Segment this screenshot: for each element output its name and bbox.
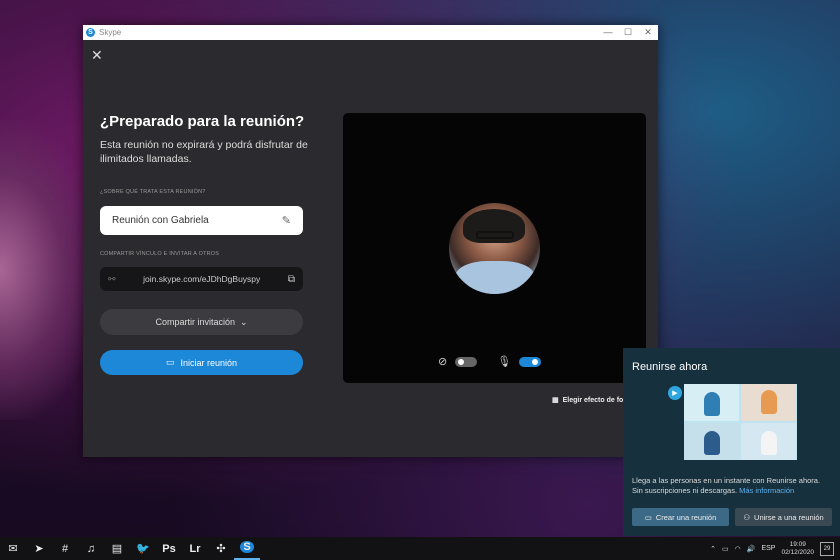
link-icon: ⚯ bbox=[108, 273, 116, 284]
copy-icon[interactable]: ⧉ bbox=[288, 274, 295, 285]
meet-now-panel: Reunirse ahora ▶ Llega a las personas en… bbox=[623, 348, 840, 536]
microphone-icon: 🎙 bbox=[497, 356, 512, 368]
share-invitation-label: Compartir invitación bbox=[155, 317, 235, 327]
spotify-icon[interactable]: ♫ bbox=[78, 543, 104, 555]
topic-label: ¿SOBRE QUÉ TRATA ESTA REUNIÓN? bbox=[100, 189, 206, 195]
more-info-link[interactable]: Más información bbox=[739, 486, 794, 495]
taskbar: ✉ ➤ # ♫ ▤ 🐦 Ps Lr ✣ S ⌃ ▭ ◠ 🔊 ESP 19:09 … bbox=[0, 537, 840, 560]
clock-time: 19:09 bbox=[789, 540, 806, 548]
minimize-button[interactable]: — bbox=[598, 27, 618, 38]
meeting-description: Esta reunión no expirará y podrá disfrut… bbox=[100, 139, 308, 165]
people-icon: ⚇ bbox=[743, 512, 751, 522]
video-preview: ⊘ 🎙 bbox=[343, 113, 646, 383]
effect-icon: ▦ bbox=[552, 397, 559, 404]
telegram-icon[interactable]: ➤ bbox=[26, 542, 52, 555]
meeting-illustration bbox=[684, 384, 797, 460]
close-window-button[interactable]: ✕ bbox=[638, 27, 658, 38]
chevron-up-icon[interactable]: ⌃ bbox=[710, 545, 716, 553]
camera-off-icon: ⊘ bbox=[438, 356, 448, 368]
mail-icon[interactable]: ✉ bbox=[0, 542, 26, 555]
wifi-icon[interactable]: ◠ bbox=[735, 545, 741, 553]
clock-date: 02/12/2020 bbox=[781, 548, 814, 556]
language-indicator[interactable]: ESP bbox=[761, 545, 775, 552]
panel-description: Llega a las personas en un instante con … bbox=[632, 476, 832, 496]
share-link-label: COMPARTIR VÍNCULO E INVITAR A OTROS bbox=[100, 251, 220, 257]
twitter-icon[interactable]: 🐦 bbox=[130, 542, 156, 555]
share-invitation-button[interactable]: Compartir invitación ⌄ bbox=[100, 309, 303, 335]
window-title: Skype bbox=[99, 28, 122, 37]
start-meeting-button[interactable]: ▭ Iniciar reunión bbox=[100, 350, 303, 375]
video-camera-icon: ▭ bbox=[644, 512, 652, 522]
photoshop-icon[interactable]: Ps bbox=[156, 543, 182, 555]
skype-logo-icon: S bbox=[86, 28, 95, 37]
volume-icon[interactable]: 🔊 bbox=[747, 545, 756, 553]
video-camera-icon: ▭ bbox=[165, 357, 175, 367]
meeting-name-field[interactable]: Reunión con Gabriela ✎ bbox=[100, 206, 303, 235]
panel-title: Reunirse ahora bbox=[632, 361, 708, 373]
battery-icon[interactable]: ▭ bbox=[722, 545, 729, 553]
tweetdeck-icon[interactable]: ✣ bbox=[208, 542, 234, 555]
skype-icon[interactable]: S bbox=[234, 537, 260, 560]
close-icon[interactable]: ✕ bbox=[91, 47, 103, 64]
system-tray: ⌃ ▭ ◠ 🔊 ESP 19:09 02/12/2020 29 bbox=[710, 541, 840, 557]
page-title: ¿Preparado para la reunión? bbox=[100, 113, 305, 130]
meeting-name-value: Reunión con Gabriela bbox=[112, 215, 209, 226]
edit-pencil-icon[interactable]: ✎ bbox=[282, 214, 291, 227]
maximize-button[interactable]: ☐ bbox=[618, 27, 638, 38]
avatar bbox=[449, 203, 540, 294]
meeting-link-field[interactable]: ⚯ join.skype.com/eJDhDgBuyspy ⧉ bbox=[100, 267, 303, 291]
meeting-link[interactable]: join.skype.com/eJDhDgBuyspy bbox=[116, 274, 288, 284]
camera-toggle[interactable] bbox=[455, 356, 478, 367]
document-icon[interactable]: ▤ bbox=[104, 542, 130, 555]
skype-window: S Skype — ☐ ✕ ✕ ¿Preparado para la reuni… bbox=[83, 25, 658, 457]
microphone-toggle[interactable] bbox=[519, 356, 542, 367]
start-meeting-label: Iniciar reunión bbox=[180, 357, 238, 368]
effect-label: Elegir efecto de fo bbox=[562, 396, 624, 404]
chevron-down-icon: ⌄ bbox=[239, 316, 248, 327]
create-meeting-button[interactable]: ▭ Crear una reunión bbox=[632, 508, 729, 526]
preview-controls: ⊘ 🎙 bbox=[438, 355, 542, 368]
join-meeting-button[interactable]: ⚇ Unirse a una reunión bbox=[735, 508, 832, 526]
join-meeting-label: Unirse a una reunión bbox=[754, 512, 824, 522]
notification-count[interactable]: 29 bbox=[820, 541, 834, 556]
background-effect-button[interactable]: ▦ Elegir efecto de fo bbox=[552, 396, 624, 405]
slack-icon[interactable]: # bbox=[52, 543, 78, 555]
title-bar: S Skype — ☐ ✕ bbox=[83, 25, 658, 40]
clock[interactable]: 19:09 02/12/2020 bbox=[781, 541, 814, 557]
lightroom-icon[interactable]: Lr bbox=[182, 543, 208, 555]
window-controls: — ☐ ✕ bbox=[598, 27, 658, 38]
skype-taskbar-glyph: S bbox=[240, 541, 254, 553]
create-meeting-label: Crear una reunión bbox=[655, 512, 717, 522]
video-badge-icon: ▶ bbox=[668, 386, 682, 400]
